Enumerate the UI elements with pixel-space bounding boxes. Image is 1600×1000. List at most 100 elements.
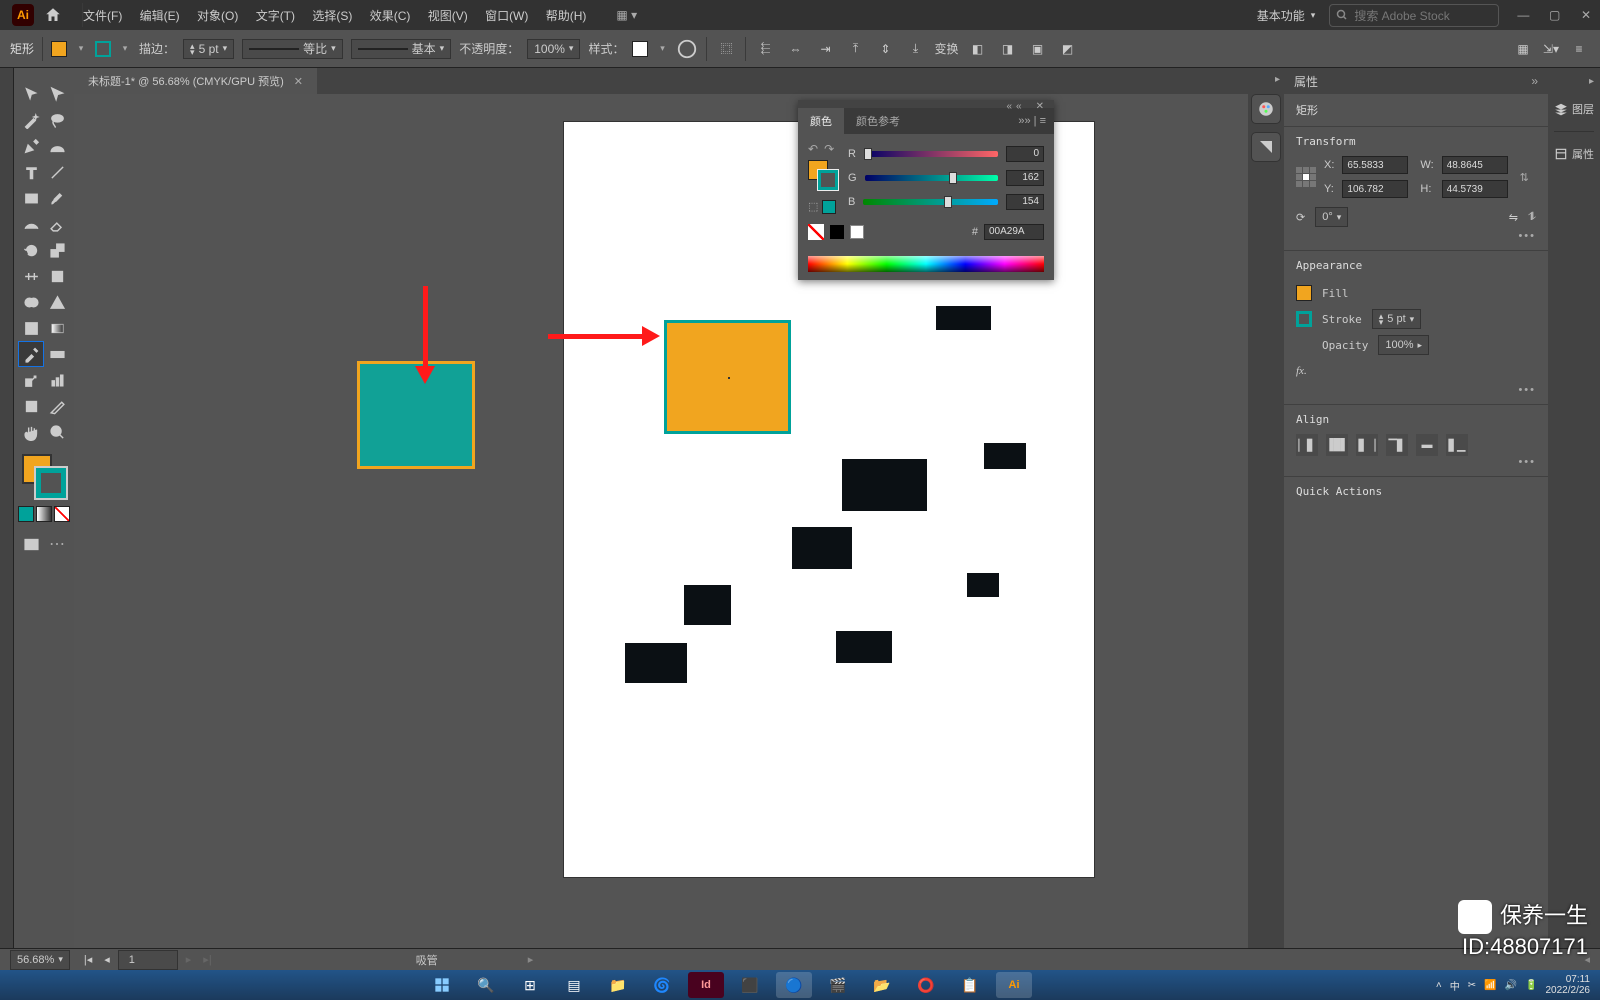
brush-def[interactable]: 基本▾ <box>351 39 452 59</box>
selection-tool[interactable] <box>19 82 43 106</box>
free-transform-tool[interactable] <box>45 264 69 288</box>
menu-type[interactable]: 文字(T) <box>256 9 295 23</box>
reference-point[interactable] <box>1296 167 1316 187</box>
video-task-icon[interactable]: 🎬 <box>820 972 856 998</box>
lasso-tool[interactable] <box>45 108 69 132</box>
mask-icon[interactable]: ◩ <box>1056 38 1078 60</box>
align-btn-right[interactable]: ▋▕ <box>1356 434 1378 456</box>
redo-color-icon[interactable]: ↷ <box>824 142 834 156</box>
hex-value[interactable]: 00A29A <box>984 224 1044 240</box>
panel-fill-stroke[interactable] <box>808 160 838 190</box>
color-dock-icon[interactable] <box>1252 95 1280 123</box>
align-left-icon[interactable]: ⬱ <box>754 38 776 60</box>
properties-dock-button[interactable]: 属性 <box>1551 146 1597 162</box>
align-btn-left[interactable]: ▏▋ <box>1296 434 1318 456</box>
notes-icon[interactable]: 📋 <box>952 972 988 998</box>
gradient-tool[interactable] <box>45 316 69 340</box>
black-rect[interactable] <box>836 631 892 663</box>
black-rect[interactable] <box>967 573 999 597</box>
blend-tool[interactable] <box>45 342 69 366</box>
tray-sound-icon[interactable]: 🔊 <box>1505 980 1517 991</box>
direct-selection-tool[interactable] <box>45 82 69 106</box>
rotate-tool[interactable] <box>19 238 43 262</box>
shaper-tool[interactable] <box>19 212 43 236</box>
indesign-icon[interactable]: Id <box>688 972 724 998</box>
align-btn-bottom[interactable]: ▋▁ <box>1446 434 1468 456</box>
shape-builder-tool[interactable] <box>19 290 43 314</box>
black-rect[interactable] <box>684 585 731 625</box>
flip-h-icon[interactable]: ⇋ <box>1509 211 1518 224</box>
transform-label[interactable]: 变换 <box>934 40 958 57</box>
align-btn-hc[interactable]: ▐█▌ <box>1326 434 1348 456</box>
win-max[interactable]: ▢ <box>1541 8 1569 22</box>
win-min[interactable]: — <box>1509 8 1537 22</box>
layers-dock-button[interactable]: 图层 <box>1551 101 1597 117</box>
black-rect[interactable] <box>984 443 1026 469</box>
none-swatch[interactable] <box>808 224 824 240</box>
edge-icon[interactable]: 🌀 <box>644 972 680 998</box>
panel-menu-icon[interactable]: »» | ≡ <box>1018 115 1046 127</box>
appearance-more[interactable]: ••• <box>1296 384 1536 396</box>
black-rect[interactable] <box>842 459 927 511</box>
menu-object[interactable]: 对象(O) <box>197 9 238 23</box>
x-input[interactable] <box>1342 156 1408 174</box>
stroke-dropdown[interactable]: ▾ <box>119 44 131 54</box>
align-artboard-icon[interactable]: ⇲▾ <box>1540 38 1562 60</box>
align-right-icon[interactable]: ⇥ <box>814 38 836 60</box>
graph-tool[interactable] <box>45 368 69 392</box>
align-btn-top[interactable]: ▔▋ <box>1386 434 1408 456</box>
terminal-icon[interactable]: ⬛ <box>732 972 768 998</box>
explorer-icon[interactable]: 📁 <box>600 972 636 998</box>
curvature-tool[interactable] <box>45 134 69 158</box>
opacity-input-2[interactable]: 100%▸ <box>1378 335 1429 355</box>
appearance-stroke-swatch[interactable] <box>1296 311 1312 327</box>
edit-toolbar-icon[interactable]: ⋯ <box>45 532 69 556</box>
tray-battery-icon[interactable]: 🔋 <box>1525 980 1537 991</box>
perspective-tool[interactable] <box>45 290 69 314</box>
pen-tool[interactable] <box>19 134 43 158</box>
stroke-width-input[interactable]: ▴▾5 pt▾ <box>183 39 234 59</box>
search-box[interactable]: 搜索 Adobe Stock <box>1329 4 1499 27</box>
fill-stroke-widget[interactable] <box>22 454 66 498</box>
link-wh-icon[interactable]: ⇅ <box>1520 171 1529 184</box>
g-value[interactable]: 162 <box>1006 170 1044 186</box>
eraser-tool[interactable] <box>45 212 69 236</box>
fill-swatch[interactable] <box>51 41 67 57</box>
color-mode-solid[interactable] <box>18 506 34 522</box>
browser-task-icon[interactable]: 🔵 <box>776 972 812 998</box>
taskview-icon[interactable]: ⊞ <box>512 972 548 998</box>
tool-stroke-swatch[interactable] <box>36 468 66 498</box>
isolate-icon[interactable]: ▣ <box>1026 38 1048 60</box>
screen-mode-icon[interactable] <box>19 532 43 556</box>
stroke-swatch[interactable] <box>95 41 111 57</box>
illustrator-task-icon[interactable]: Ai <box>996 972 1032 998</box>
black-rect[interactable] <box>936 306 991 330</box>
white-swatch[interactable] <box>850 225 864 239</box>
arrange-docs-icon[interactable]: ▦ ▾ <box>616 8 637 22</box>
align-btn-vc[interactable]: ▬ <box>1416 434 1438 456</box>
fill-dropdown[interactable]: ▾ <box>75 44 87 54</box>
home-button[interactable] <box>42 4 64 26</box>
shape-builder-icon[interactable]: ◧ <box>966 38 988 60</box>
menu-effect[interactable]: 效果(C) <box>370 9 411 23</box>
pathfinder-icon[interactable]: ◨ <box>996 38 1018 60</box>
properties-tab[interactable]: 属性 <box>1294 73 1318 90</box>
align-icon[interactable]: ⿴ <box>715 38 737 60</box>
paintbrush-tool[interactable] <box>45 186 69 210</box>
hand-tool[interactable] <box>19 420 43 444</box>
recolor-icon[interactable] <box>676 38 698 60</box>
web-safe-swatch[interactable] <box>822 200 836 214</box>
color-guide-tab[interactable]: 颜色参考 <box>844 108 912 134</box>
panel-close-icon[interactable]: ✕ <box>1036 101 1048 112</box>
color-mode-gradient[interactable] <box>36 506 52 522</box>
tray-wifi-icon[interactable]: 📶 <box>1484 980 1496 991</box>
tray-lang[interactable]: 中 <box>1450 978 1460 993</box>
menu-view[interactable]: 视图(V) <box>428 9 468 23</box>
zoom-level[interactable]: 56.68%▾ <box>10 950 70 970</box>
r-value[interactable]: 0 <box>1006 146 1044 162</box>
prefs-icon[interactable]: ≡ <box>1568 38 1590 60</box>
zoom-tool[interactable] <box>45 420 69 444</box>
document-tab[interactable]: 未标题-1* @ 56.68% (CMYK/GPU 预览) ✕ <box>74 68 317 94</box>
fx-label[interactable]: fx. <box>1296 365 1307 377</box>
magic-wand-tool[interactable] <box>19 108 43 132</box>
